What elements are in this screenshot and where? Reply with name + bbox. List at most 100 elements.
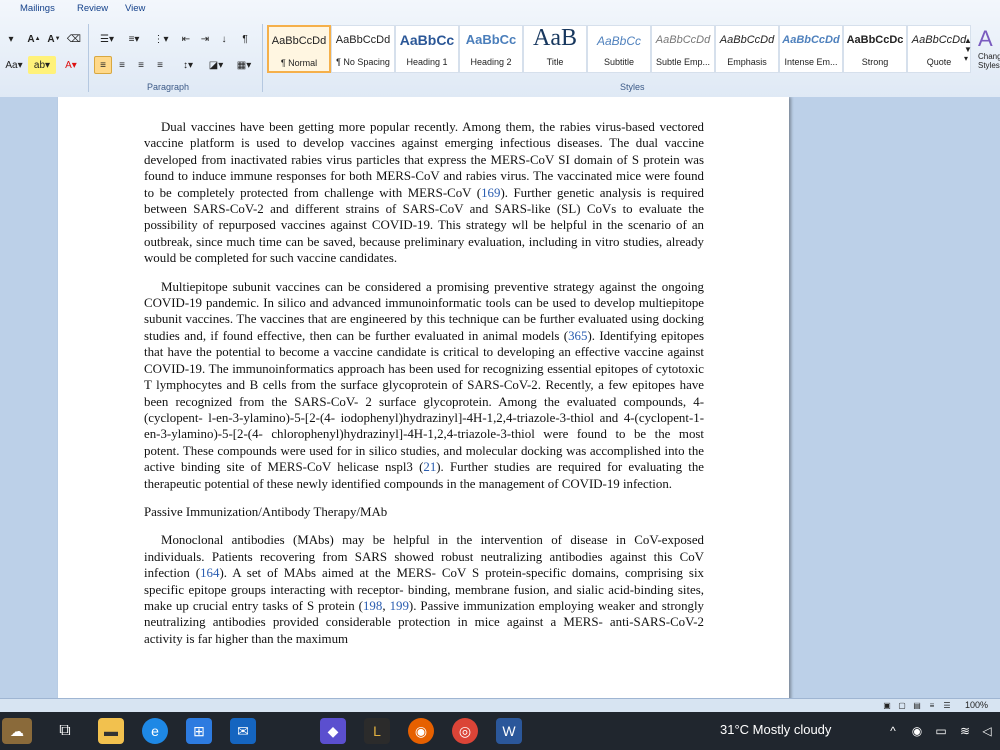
bullets-icon[interactable]: ☰▾	[94, 30, 120, 48]
style-sample: AaBbCc	[465, 32, 517, 47]
citation-link[interactable]: 198	[363, 599, 382, 613]
text-run: ,	[382, 598, 390, 613]
show-hidden-icons-icon[interactable]: ^	[880, 718, 906, 744]
style-heading-1[interactable]: AaBbCc Heading 1	[395, 25, 459, 73]
style-title[interactable]: AaB Title	[523, 25, 587, 73]
status-bar: ▣ ▢ ▤ ≡ ☰ 100%	[0, 698, 1000, 713]
citation-link[interactable]: 199	[390, 599, 409, 613]
style-name: Heading 2	[470, 57, 512, 67]
paragraph: Dual vaccines have been getting more pop…	[144, 119, 704, 267]
show-marks-icon[interactable]: ¶	[236, 30, 254, 48]
system-tray-icon[interactable]: ◉	[904, 718, 930, 744]
text-run: ). Identifying epitopes that have the po…	[144, 328, 704, 475]
font-size-dropdown[interactable]: ▾	[2, 30, 20, 48]
increase-indent-icon[interactable]: ⇥	[196, 30, 214, 48]
paragraph: Multiepitope subunit vaccines can be con…	[144, 279, 704, 492]
style-no-spacing[interactable]: AaBbCcDd ¶ No Spacing	[331, 25, 395, 73]
line-spacing-icon[interactable]: ↕▾	[176, 56, 200, 74]
style-name: Heading 1	[406, 57, 448, 67]
align-right-icon[interactable]: ≡	[132, 56, 150, 74]
style-name: ¶ No Spacing	[336, 57, 390, 67]
style-subtle-emphasis[interactable]: AaBbCcDd Subtle Emp...	[651, 25, 715, 73]
style-sample: AaBbCcDd	[719, 34, 775, 46]
draft-view-icon[interactable]: ☰	[940, 698, 954, 712]
style-name: Subtitle	[603, 57, 635, 67]
shading-icon[interactable]: ◪▾	[203, 56, 229, 74]
sort-icon[interactable]: ↓	[215, 30, 233, 48]
style-name: Emphasis	[727, 57, 767, 67]
borders-icon[interactable]: ▦▾	[231, 56, 257, 74]
tab-view[interactable]: View	[125, 3, 145, 14]
mail-icon[interactable]: ✉	[230, 718, 256, 744]
taskbar: ☁ ⧉ ▬ e ⊞ ✉ ◆ L ◉ ◎ W 31°C Mostly cloudy…	[0, 712, 1000, 750]
citation-link[interactable]: 169	[481, 186, 500, 200]
outline-view-icon[interactable]: ≡	[925, 698, 939, 712]
justify-icon[interactable]: ≡	[151, 56, 169, 74]
shrink-font-button[interactable]: A ▼	[44, 30, 64, 48]
app-icon[interactable]: ◆	[320, 718, 346, 744]
style-strong[interactable]: AaBbCcDc Strong	[843, 25, 907, 73]
style-sample: AaBbCcDd	[782, 34, 840, 46]
citation-link[interactable]: 164	[200, 566, 219, 580]
style-normal[interactable]: AaBbCcDd ¶ Normal	[267, 25, 331, 73]
word-icon[interactable]: W	[496, 718, 522, 744]
tab-mailings[interactable]: Mailings	[20, 3, 55, 14]
edge-icon[interactable]: e	[142, 718, 168, 744]
divider	[262, 24, 263, 92]
ribbon: Mailings Review View ▾ A ▲ A ▼ ⌫ Aa▾ ab▾ A…	[0, 0, 1000, 98]
style-sample: AaB	[533, 25, 577, 51]
multilevel-list-icon[interactable]: ⋮▾	[148, 30, 174, 48]
style-name: Subtle Emp...	[655, 57, 711, 67]
style-sample: AaBbCc	[596, 34, 642, 48]
numbering-icon[interactable]: ≡▾	[121, 30, 147, 48]
file-explorer-icon[interactable]: ▬	[98, 718, 124, 744]
document-page[interactable]: Dual vaccines have been getting more pop…	[58, 97, 789, 698]
weather-widget[interactable]: 31°C Mostly cloudy	[720, 722, 831, 737]
task-view-icon[interactable]: ⧉	[52, 718, 78, 744]
full-screen-view-icon[interactable]: ▢	[895, 698, 909, 712]
change-case-button[interactable]: Aa▾	[2, 56, 26, 74]
styles-gallery: AaBbCcDd ¶ Normal AaBbCcDd ¶ No Spacing …	[267, 25, 971, 73]
app-icon[interactable]: L	[364, 718, 390, 744]
group-label-paragraph: Paragraph	[147, 82, 190, 92]
gallery-scroll-button[interactable]: ▲ ▼ ▾	[961, 26, 975, 72]
print-layout-view-icon[interactable]: ▣	[880, 698, 894, 712]
style-name: ¶ Normal	[280, 58, 318, 68]
style-name: Strong	[861, 57, 889, 67]
style-subtitle[interactable]: AaBbCc Subtitle	[587, 25, 651, 73]
section-heading: Passive Immunization/Antibody Therapy/MA…	[144, 504, 388, 519]
tab-review[interactable]: Review	[77, 3, 108, 14]
grow-font-button[interactable]: A ▲	[24, 30, 44, 48]
citation-link[interactable]: 21	[423, 460, 436, 474]
web-layout-view-icon[interactable]: ▤	[910, 698, 924, 712]
store-icon[interactable]: ⊞	[186, 718, 212, 744]
align-center-icon[interactable]: ≡	[113, 56, 131, 74]
paragraph: Monoclonal antibodies (MAbs) may be help…	[144, 532, 704, 647]
style-sample: AaBbCcDc	[846, 34, 904, 46]
style-sample: AaBbCcDd	[335, 34, 391, 46]
style-sample: AaBbCcDd	[655, 34, 711, 46]
zoom-level[interactable]: 100%	[965, 700, 988, 710]
battery-icon[interactable]: ▭	[928, 718, 954, 744]
clear-formatting-icon[interactable]: ⌫	[64, 30, 84, 48]
volume-icon[interactable]: ◁	[974, 718, 1000, 744]
document-body[interactable]: Dual vaccines have been getting more pop…	[144, 119, 704, 659]
firefox-icon[interactable]: ◉	[408, 718, 434, 744]
style-intense-emphasis[interactable]: AaBbCcDd Intense Em...	[779, 25, 843, 73]
font-color-button[interactable]: A▾	[58, 56, 84, 74]
style-emphasis[interactable]: AaBbCcDd Emphasis	[715, 25, 779, 73]
group-label-styles: Styles	[620, 82, 645, 92]
style-heading-2[interactable]: AaBbCc Heading 2	[459, 25, 523, 73]
chrome-icon[interactable]: ◎	[452, 718, 478, 744]
widgets-icon[interactable]: ☁	[2, 718, 32, 744]
style-sample: AaBbCc	[399, 32, 455, 48]
change-styles-label: Change Styles	[978, 52, 1000, 70]
align-left-icon[interactable]: ≡	[94, 56, 112, 74]
citation-link[interactable]: 365	[568, 329, 587, 343]
document-area: Dual vaccines have been getting more pop…	[0, 97, 1000, 698]
style-sample: AaBbCcDd	[271, 35, 327, 47]
decrease-indent-icon[interactable]: ⇤	[177, 30, 195, 48]
change-styles-button[interactable]: A Change Styles	[978, 26, 1000, 80]
style-name: Title	[546, 57, 564, 67]
highlight-color-button[interactable]: ab▾	[28, 56, 56, 74]
